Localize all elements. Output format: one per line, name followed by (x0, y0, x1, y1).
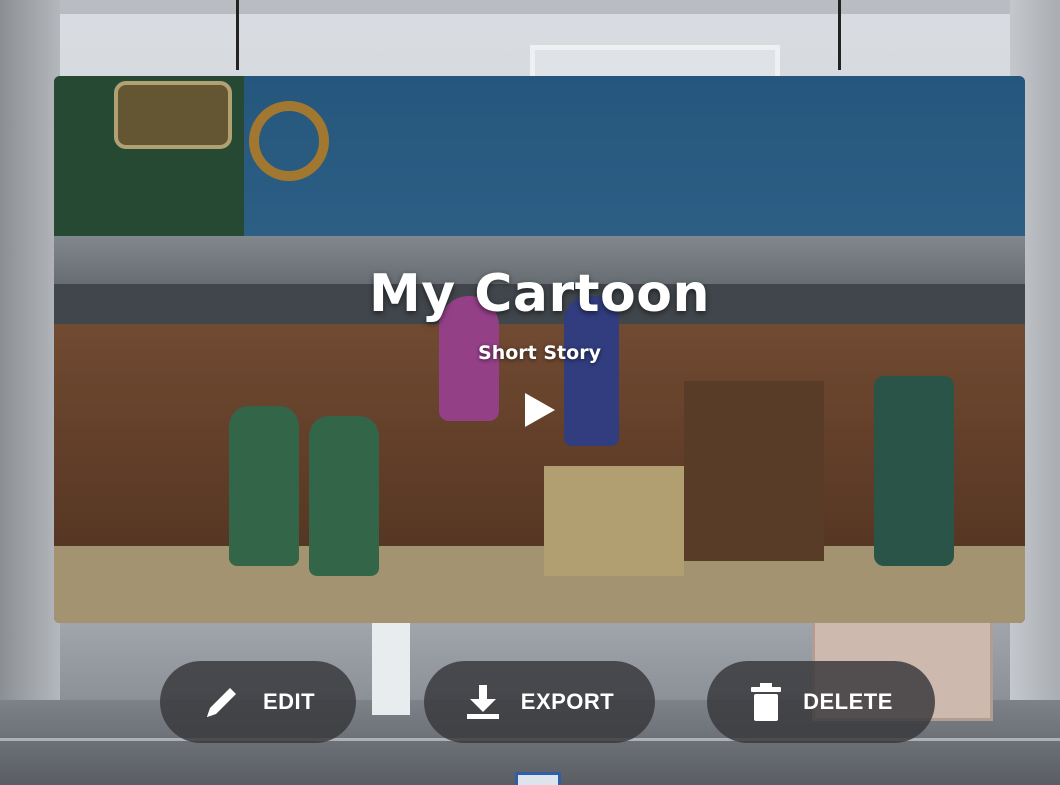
project-card[interactable]: My Cartoon Short Story (54, 76, 1025, 623)
download-icon (465, 683, 501, 721)
project-preview-screen: My Cartoon Short Story EDIT EXPORT DELET… (0, 0, 1060, 785)
delete-button[interactable]: DELETE (707, 661, 935, 743)
edit-button-label: EDIT (262, 689, 316, 714)
delete-button-label: DELETE (803, 689, 893, 714)
play-button[interactable] (519, 391, 561, 433)
pencil-icon (201, 681, 243, 723)
background-hanging-wire (236, 0, 239, 70)
project-subtitle: Short Story (478, 342, 601, 364)
background-pillar (372, 620, 410, 715)
background-ceiling (0, 0, 1060, 14)
export-button-label: EXPORT (520, 689, 615, 714)
background-hanging-wire (838, 0, 841, 70)
export-button[interactable]: EXPORT (424, 661, 655, 743)
project-title: My Cartoon (369, 264, 710, 324)
background-marker (515, 772, 561, 785)
play-icon (523, 391, 557, 433)
edit-button[interactable]: EDIT (160, 661, 356, 743)
trash-icon (749, 681, 783, 723)
background-left-wall (0, 0, 60, 785)
